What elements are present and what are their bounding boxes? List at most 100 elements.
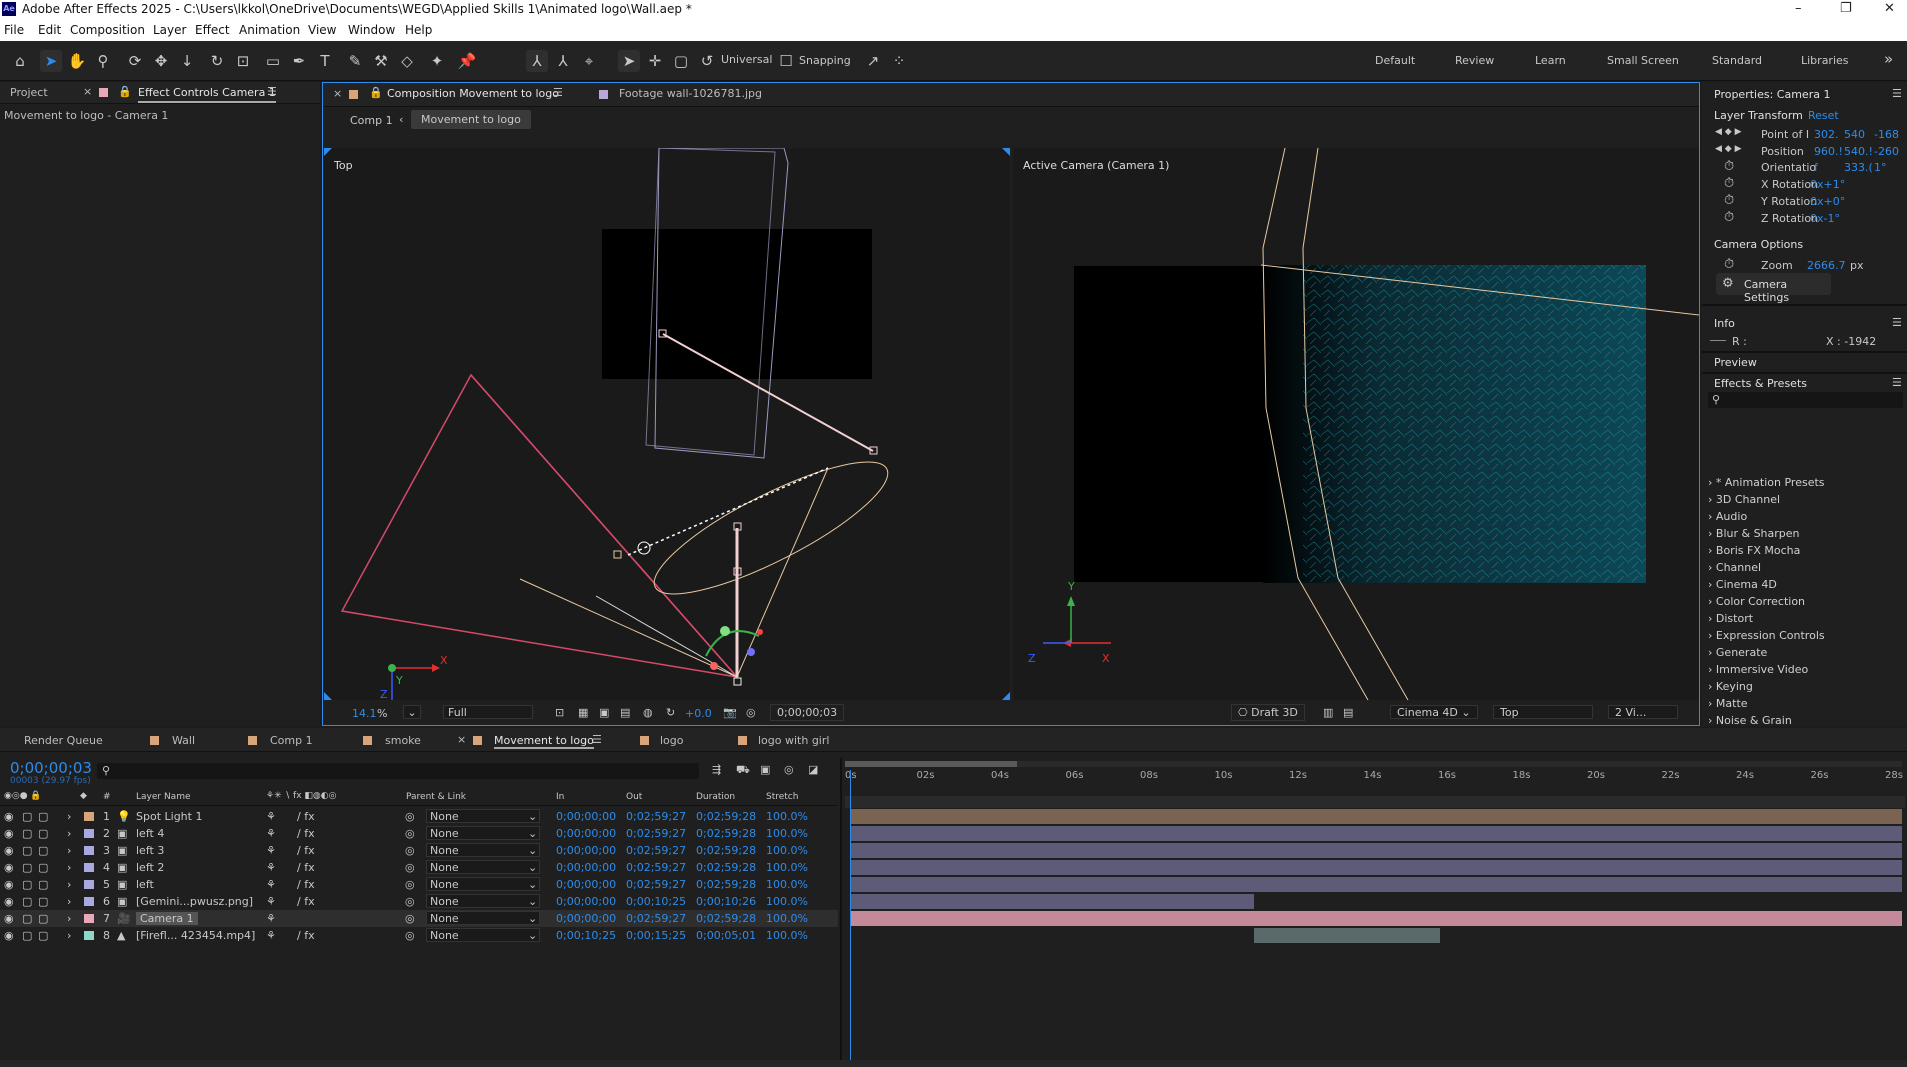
menu-edit[interactable]: Edit — [38, 23, 61, 37]
tab-render-queue[interactable]: Render Queue — [24, 734, 103, 747]
pickwhip-icon[interactable]: ◎ — [405, 912, 415, 925]
layer-in[interactable]: 0;00;00;00 — [556, 861, 616, 874]
shy-switch-icon[interactable]: ⚘ — [266, 929, 276, 942]
x-rotation-value[interactable]: 0x+1° — [1810, 178, 1845, 191]
menu-composition[interactable]: Composition — [70, 23, 145, 37]
expand-icon[interactable]: › — [67, 878, 71, 891]
workspace-more-icon[interactable]: » — [1884, 50, 1893, 68]
effect-category[interactable]: › Channel — [1708, 561, 1761, 574]
parent-dropdown[interactable]: None — [426, 928, 540, 942]
lock-icon[interactable]: ▢ — [38, 810, 48, 823]
viewer-timecode[interactable]: 0;00;00;03 — [770, 704, 845, 721]
orientation-z[interactable]: 1° — [1874, 161, 1887, 174]
effect-category[interactable]: › Blur & Sharpen — [1708, 527, 1800, 540]
fx-switch-icon[interactable]: ∕ fx — [297, 895, 315, 908]
label-color-swatch[interactable] — [84, 846, 94, 855]
menu-view[interactable]: View — [308, 23, 336, 37]
layer-name[interactable]: Spot Light 1 — [136, 810, 202, 823]
panel-menu-icon[interactable]: ☰ — [1892, 376, 1902, 389]
effect-category[interactable]: › Distort — [1708, 612, 1753, 625]
viewport-active-camera[interactable]: X Y Z Active Camera (Camera 1) — [1013, 148, 1699, 700]
solo-icon[interactable]: ▢ — [22, 929, 32, 942]
layer-in[interactable]: 0;00;00;00 — [556, 895, 616, 908]
anchor-tool-icon[interactable]: ⊡ — [232, 50, 254, 72]
3d-ground-plane-icon[interactable]: ▥ — [1323, 706, 1333, 719]
show-snapshot-icon[interactable]: ◎ — [746, 706, 756, 719]
tab-comp1[interactable]: Comp 1 — [270, 734, 313, 747]
layer-stretch[interactable]: 100.0% — [766, 827, 808, 840]
position-x[interactable]: 960.! — [1814, 145, 1843, 158]
current-time[interactable]: 0;00;00;03 — [10, 759, 92, 777]
chevron-down-icon[interactable]: ⌄ — [528, 827, 537, 840]
tab-footage[interactable]: Footage wall-1026781.jpg — [619, 87, 762, 100]
keyframe-nav-icon[interactable]: ◀ ◆ ▶ — [1715, 144, 1742, 154]
pickwhip-icon[interactable]: ◎ — [405, 827, 415, 840]
tab-smoke[interactable]: smoke — [385, 734, 421, 747]
effect-category[interactable]: › Generate — [1708, 646, 1767, 659]
layer-duration[interactable]: 0;00;10;26 — [696, 895, 756, 908]
parent-dropdown[interactable]: None — [426, 809, 540, 823]
tab-logo-with-girl[interactable]: logo with girl — [758, 734, 829, 747]
layer-out[interactable]: 0;02;59;27 — [626, 844, 686, 857]
grid-icon[interactable]: ▤ — [620, 706, 630, 719]
zoom-value[interactable]: 14.1 — [352, 707, 377, 720]
roto-brush-icon[interactable]: ✦ — [426, 50, 448, 72]
solo-icon[interactable]: ▢ — [22, 810, 32, 823]
camera-settings-button[interactable]: ⚙ Camera Settings — [1716, 273, 1831, 304]
world-axis-icon[interactable]: ⅄ — [552, 50, 574, 72]
universal-select-icon[interactable]: ➤ — [618, 50, 640, 72]
close-tab-icon[interactable]: × — [83, 85, 92, 98]
layer-out[interactable]: 0;02;59;27 — [626, 878, 686, 891]
selection-tool-icon[interactable]: ➤ — [40, 50, 62, 72]
fx-switch-icon[interactable]: ∕ fx — [297, 827, 315, 840]
layer-duration[interactable]: 0;02;59;28 — [696, 827, 756, 840]
snap-options-icon[interactable]: ↗ — [862, 50, 884, 72]
label-color-swatch[interactable] — [84, 931, 94, 940]
exposure-value[interactable]: +0.0 — [685, 707, 712, 720]
layer-out[interactable]: 0;00;15;25 — [626, 929, 686, 942]
layer-out[interactable]: 0;02;59;27 — [626, 810, 686, 823]
layer-duration[interactable]: 0;02;59;28 — [696, 861, 756, 874]
layer-duration-bar[interactable] — [850, 809, 1902, 824]
layer-in[interactable]: 0;00;00;00 — [556, 810, 616, 823]
stopwatch-icon[interactable]: ⏱ — [1724, 159, 1734, 174]
reset-exposure-icon[interactable]: ↻ — [666, 706, 675, 719]
home-icon[interactable]: ⌂ — [9, 50, 31, 72]
solo-icon[interactable]: ▢ — [22, 827, 32, 840]
viewport-top[interactable]: X Y Z Top — [324, 148, 1010, 700]
region-of-interest-icon[interactable]: ⊡ — [555, 706, 564, 719]
solo-icon[interactable]: ▢ — [22, 912, 32, 925]
pickwhip-icon[interactable]: ◎ — [405, 895, 415, 908]
layer-out[interactable]: 0;00;10;25 — [626, 895, 686, 908]
chevron-down-icon[interactable]: ⌄ — [528, 912, 537, 925]
chevron-down-icon[interactable]: ⌄ — [528, 878, 537, 891]
snap-grid-icon[interactable]: ⁘ — [888, 50, 910, 72]
close-icon[interactable]: ✕ — [1884, 1, 1895, 16]
lock-icon[interactable]: 🔒 — [369, 86, 383, 99]
brush-tool-icon[interactable]: ✎ — [344, 50, 366, 72]
zoom-dropdown-icon[interactable]: ⌄ — [403, 705, 421, 719]
layer-in[interactable]: 0;00;00;00 — [556, 844, 616, 857]
shy-switch-icon[interactable]: ⚘ — [266, 895, 276, 908]
zoom-tool-icon[interactable]: ⚲ — [92, 50, 114, 72]
layer-stretch[interactable]: 100.0% — [766, 895, 808, 908]
layer-duration[interactable]: 0;02;59;28 — [696, 844, 756, 857]
close-tab-icon[interactable]: × — [457, 733, 466, 746]
layer-in[interactable]: 0;00;10;25 — [556, 929, 616, 942]
pickwhip-icon[interactable]: ◎ — [405, 878, 415, 891]
layer-stretch[interactable]: 100.0% — [766, 878, 808, 891]
parent-dropdown[interactable]: None — [426, 826, 540, 840]
draft-3d-icon[interactable]: ⛟ — [736, 763, 750, 778]
effect-category[interactable]: › Audio — [1708, 510, 1747, 523]
resolution-dropdown[interactable]: Full — [443, 705, 533, 719]
layer-in[interactable]: 0;00;00;00 — [556, 878, 616, 891]
lock-icon[interactable]: ▢ — [38, 878, 48, 891]
effect-category[interactable]: › Expression Controls — [1708, 629, 1825, 642]
panel-menu-icon[interactable]: ☰ — [1892, 316, 1902, 329]
dolly-tool-icon[interactable]: ↓ — [176, 50, 198, 72]
tab-project[interactable]: Project — [10, 86, 48, 99]
lock-icon[interactable]: ▢ — [38, 929, 48, 942]
breadcrumb-movement[interactable]: Movement to logo — [411, 110, 531, 129]
panel-menu-icon[interactable]: ☰ — [267, 85, 277, 98]
fx-switch-icon[interactable]: ∕ fx — [297, 844, 315, 857]
